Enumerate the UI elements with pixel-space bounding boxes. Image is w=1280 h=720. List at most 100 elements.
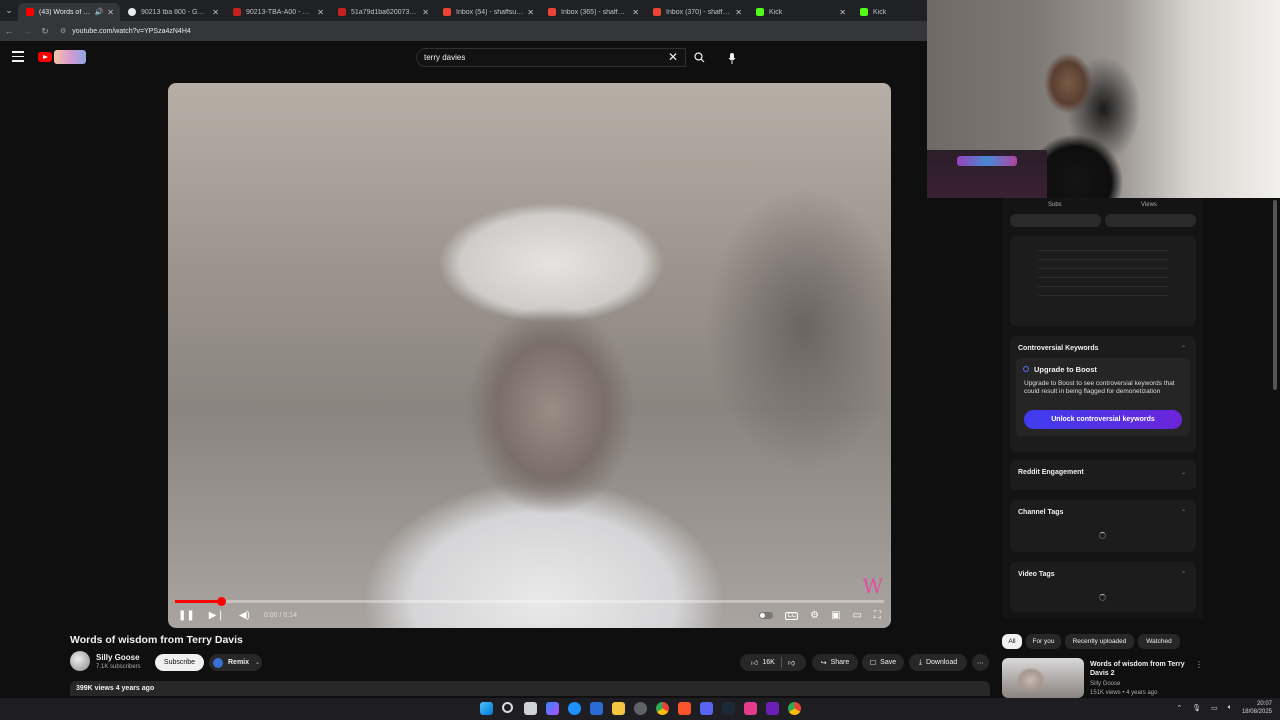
video-player[interactable]: W ❚❚ ▶❘ ◀) 0:00 / 0:14 CC ⚙ ▣ ▭ ⛶	[168, 83, 891, 628]
url-field[interactable]: ⚙ youtube.com/watch?v=YPSza4zN4H4	[60, 27, 191, 36]
chevron-down-icon[interactable]: ⌄	[1181, 469, 1186, 476]
like-button[interactable]: 👍︎ 16K	[751, 658, 775, 667]
chevron-up-icon[interactable]: ⌃	[1181, 509, 1186, 516]
chip-recently-uploaded[interactable]: Recently uploaded	[1065, 634, 1134, 649]
browser-tab[interactable]: Kick	[852, 3, 912, 21]
miniplayer-icon[interactable]: ▣	[831, 610, 840, 621]
related-video-channel[interactable]: Silly Goose	[1090, 681, 1120, 687]
chrome-icon[interactable]	[656, 702, 669, 715]
copilot-icon[interactable]	[546, 702, 559, 715]
more-vertical-icon[interactable]: ⋮	[1195, 660, 1203, 669]
voice-search-button[interactable]	[722, 48, 742, 68]
browser-tab[interactable]: 90213 tba 800 - Google S ✕	[120, 3, 225, 21]
site-info-icon[interactable]: ⚙	[60, 27, 66, 35]
related-video-title[interactable]: Words of wisdom from Terry Davis 2	[1090, 660, 1190, 678]
discord-icon[interactable]	[700, 702, 713, 715]
tab-close-icon[interactable]: ✕	[839, 8, 846, 17]
more-actions-icon[interactable]: ⋯	[972, 654, 989, 671]
menu-icon[interactable]	[12, 51, 24, 62]
browser-tab[interactable]: Inbox (370) - shaffedlive ✕	[645, 3, 748, 21]
stats-chart-card	[1010, 236, 1196, 326]
captions-icon[interactable]: CC	[785, 611, 799, 620]
chevron-up-icon[interactable]: ⌃	[1181, 345, 1186, 352]
description-box[interactable]: 399K views 4 years ago	[70, 681, 990, 696]
thumbs-down-icon[interactable]: 👎︎	[788, 658, 795, 667]
search-button[interactable]	[686, 48, 712, 67]
microphone-icon[interactable]: 🎙︎	[1192, 704, 1201, 712]
tab-close-icon[interactable]: ✕	[317, 8, 324, 17]
browser-tab[interactable]: Kick ✕	[748, 3, 852, 21]
tab-close-icon[interactable]: ✕	[632, 8, 639, 17]
tab-close-icon[interactable]: ✕	[527, 8, 534, 17]
search-icon[interactable]	[502, 702, 513, 713]
app-icon[interactable]	[766, 702, 779, 715]
related-video-thumbnail[interactable]	[1002, 658, 1084, 698]
youtube-logo-icon[interactable]	[38, 52, 52, 62]
settings-gear-icon[interactable]: ⚙	[810, 610, 819, 621]
chevron-up-icon[interactable]: ⌃	[1181, 571, 1186, 578]
tab-close-icon[interactable]: ✕	[422, 8, 429, 17]
edge-icon[interactable]	[568, 702, 581, 715]
store-icon[interactable]	[590, 702, 603, 715]
start-icon[interactable]	[480, 702, 493, 715]
autoplay-toggle[interactable]	[759, 612, 774, 619]
forward-icon[interactable]: →	[18, 26, 36, 36]
page-scrollbar[interactable]	[1273, 200, 1277, 390]
volume-icon[interactable]: ◀)	[239, 610, 250, 621]
tab-title: Inbox (365) - shaffedclip	[561, 8, 629, 16]
chevron-up-icon[interactable]: ⌃	[1176, 704, 1182, 712]
back-icon[interactable]: ←	[0, 26, 18, 36]
chevron-down-icon: ⌄	[255, 660, 261, 666]
reddit-engagement-card[interactable]: Reddit Engagement ⌄	[1010, 460, 1196, 490]
channel-avatar[interactable]	[70, 651, 90, 671]
search-icon	[693, 52, 704, 63]
brave-icon[interactable]	[678, 702, 691, 715]
network-icon[interactable]: ▭	[1211, 704, 1218, 712]
chrome-icon[interactable]	[788, 702, 801, 715]
like-count: 16K	[762, 659, 775, 666]
file-explorer-icon[interactable]	[612, 702, 625, 715]
theater-mode-icon[interactable]: ▭	[853, 610, 862, 621]
reload-icon[interactable]: ↻	[36, 26, 54, 37]
fullscreen-icon[interactable]: ⛶	[874, 610, 881, 621]
unlock-keywords-button[interactable]: Unlock controversial keywords	[1024, 410, 1182, 429]
next-icon[interactable]: ▶❘	[209, 610, 225, 621]
audio-icon[interactable]: 🔊	[95, 8, 104, 16]
chip-all[interactable]: All	[1002, 634, 1022, 649]
speaker-icon[interactable]: 🔈︎	[1228, 704, 1232, 712]
clear-search-icon[interactable]: ✕	[668, 50, 678, 64]
browser-tab[interactable]: 51a79d1ba620073c01e0 ✕	[330, 3, 435, 21]
steam-icon[interactable]	[722, 702, 735, 715]
pause-icon[interactable]: ❚❚	[178, 610, 195, 621]
browser-tab[interactable]: 90213-TBA-A00 - Genuin ✕	[225, 3, 330, 21]
address-bar: ← → ↻ ⚙ youtube.com/watch?v=YPSza4zN4H4	[0, 21, 927, 41]
tab-search-icon[interactable]: ⌄	[0, 0, 18, 21]
browser-tab[interactable]: Inbox (54) - shaffsubs@g ✕	[435, 3, 540, 21]
channel-name[interactable]: Silly Goose	[96, 653, 140, 662]
tab-close-icon[interactable]: ✕	[107, 8, 114, 17]
share-icon: ↪	[820, 659, 827, 667]
tab-close-icon[interactable]: ✕	[735, 8, 742, 17]
tab-title: 90213 tba 800 - Google S	[141, 8, 208, 16]
save-button[interactable]: ☐ Save	[862, 654, 904, 671]
chip-for-you[interactable]: For you	[1026, 634, 1061, 649]
subscribe-button[interactable]: Subscribe	[155, 654, 204, 671]
clock[interactable]: 20:07 18/08/2025	[1242, 700, 1272, 716]
share-button[interactable]: ↪ Share	[812, 654, 858, 671]
chip-watched[interactable]: Watched	[1138, 634, 1180, 649]
gmail-favicon-icon	[653, 8, 661, 16]
youtube-favicon-icon	[26, 8, 34, 16]
obs-icon[interactable]	[634, 702, 647, 715]
youtube-doodle[interactable]	[54, 50, 86, 64]
loading-spinner-icon	[1099, 594, 1106, 601]
task-view-icon[interactable]	[524, 702, 537, 715]
browser-tab[interactable]: Inbox (365) - shaffedclip ✕	[540, 3, 645, 21]
tab-close-icon[interactable]: ✕	[212, 8, 219, 17]
remix-button[interactable]: Remix ⌄	[209, 654, 262, 671]
subscriber-count: 7.1K subscribers	[96, 664, 141, 670]
app-icon[interactable]	[744, 702, 757, 715]
download-label: Download	[925, 659, 958, 666]
browser-tab[interactable]: (43) Words of wisdom 🔊 ✕	[18, 3, 120, 21]
download-button[interactable]: ⤓ Download	[909, 654, 967, 671]
search-input[interactable]: terry davies	[416, 48, 686, 67]
